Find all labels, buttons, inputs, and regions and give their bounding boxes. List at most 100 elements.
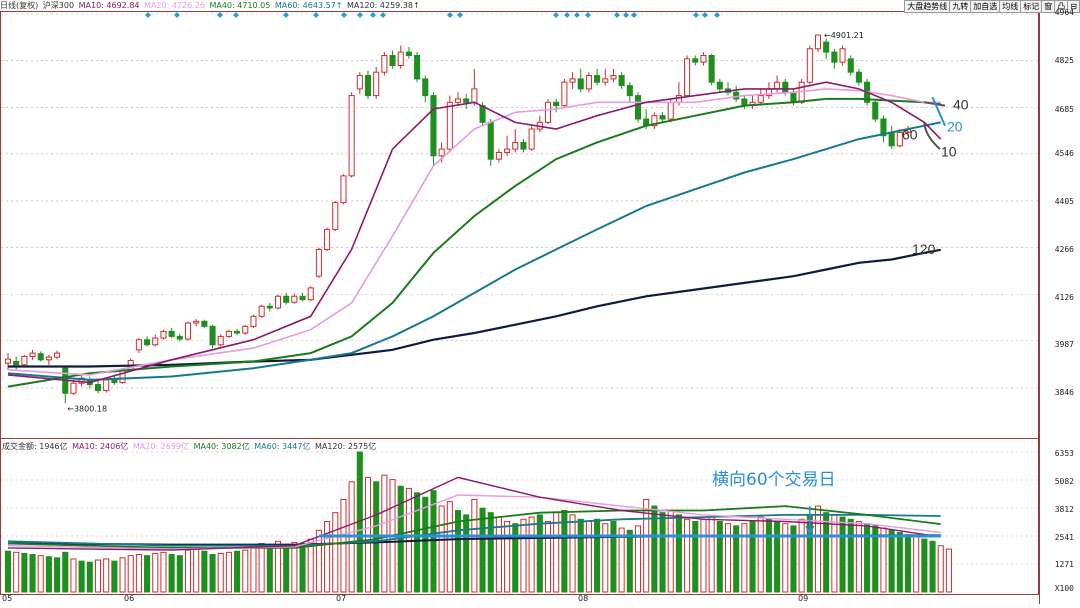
volume-bar [94, 559, 102, 593]
candle-body [708, 54, 715, 83]
candle-body [29, 352, 36, 357]
chart-canvas: 40 20 60 10 120 ←4901.21 ←3800.18 横向60个交易日 [0, 0, 1040, 604]
volume-bar [504, 520, 511, 593]
chart-stage: 40 20 60 10 120 ←4901.21 ←3800.18 横向60个交易日 日线(复… [0, 0, 1080, 604]
candle-body [553, 101, 560, 107]
volume-bar [332, 512, 339, 593]
candle-body [21, 355, 28, 366]
event-marker-icon [714, 12, 720, 18]
candle-body [806, 48, 813, 83]
volume-bar [62, 551, 69, 593]
volume-bar [757, 516, 764, 593]
volume-bar [21, 552, 28, 593]
candle-body [168, 330, 175, 337]
volume-bar [782, 523, 789, 593]
candle-body [324, 228, 331, 250]
volume-bar [937, 545, 944, 593]
volume-bar [569, 514, 576, 593]
volume-bar [463, 514, 470, 593]
ma120-line [8, 248, 941, 368]
candle-body [872, 101, 879, 120]
candle-body [847, 58, 854, 73]
volume-bar [438, 505, 445, 593]
ma-end-label: 60 [902, 127, 918, 143]
volume-bar [152, 552, 159, 593]
volume-bar [544, 520, 552, 593]
candle-body [119, 369, 126, 384]
volume-bar [283, 544, 290, 593]
volume-bar [144, 555, 151, 593]
candle-body [201, 320, 208, 327]
ma-end-label: 20 [947, 118, 963, 134]
candle-body [381, 54, 388, 73]
ma-settings-button[interactable]: 均线 [999, 0, 1022, 13]
ma-end-label: 40 [953, 97, 969, 113]
price-tick: 4964 [1054, 8, 1074, 17]
candle-body [70, 382, 77, 394]
price-legend: 日线(复权) 沪深300 MA10: 4692.84 MA20: 4726.26… [0, 0, 422, 12]
volume-bar [798, 518, 805, 593]
volume-bar [716, 520, 723, 593]
volume-bar [291, 541, 298, 593]
candle-body [667, 101, 674, 120]
candle-body [512, 141, 519, 150]
candle-body [4, 358, 12, 364]
candle-body [348, 95, 355, 177]
candle-body [504, 148, 511, 153]
volume-scale-label: X100 [1054, 584, 1074, 593]
volume-bar [234, 550, 241, 593]
event-marker-icon [623, 12, 629, 18]
volume-bar [242, 549, 249, 593]
ma-end-label: 10 [941, 143, 957, 159]
month-label: 05 [2, 594, 13, 603]
volume-bar [904, 534, 912, 593]
volume-bar [749, 520, 756, 593]
volume-bar [4, 550, 12, 593]
legend-vol-ma120: MA120: 2575亿 [314, 442, 377, 451]
add-watchlist-button[interactable]: 加自选 [970, 0, 1001, 13]
legend-vol-ma10: MA10: 2406亿 [72, 442, 129, 451]
volume-bar [487, 512, 494, 593]
candle-body [544, 101, 552, 123]
volume-bar [741, 523, 748, 593]
event-marker-icon [447, 12, 453, 18]
volume-bar [855, 520, 862, 593]
volume-bar [864, 523, 871, 593]
candle-body [414, 54, 421, 80]
price-tick: 4546 [1054, 149, 1074, 158]
candle-body [454, 98, 462, 103]
volume-bar [201, 550, 208, 593]
event-marker-icon [702, 12, 708, 18]
candle-body [340, 175, 347, 204]
volume-bar [913, 536, 920, 593]
volume-bar [839, 516, 846, 593]
marker-button[interactable]: 标记 [1020, 0, 1043, 13]
event-marker-icon [693, 12, 699, 18]
price-tick: 3846 [1054, 388, 1074, 397]
nine-turn-button[interactable]: 九转 [949, 0, 972, 13]
window-button[interactable]: 窗 [1041, 0, 1056, 13]
candle-body [823, 41, 830, 53]
volume-bar [692, 520, 699, 593]
volume-bar [176, 555, 183, 593]
volume-bar [602, 523, 609, 593]
volume-bar [945, 548, 952, 593]
legend-period[interactable]: 日线(复权) [0, 1, 38, 10]
min-price-label: ←3800.18 [67, 404, 107, 413]
volume-bar [45, 556, 52, 593]
price-tick: 4266 [1054, 245, 1074, 254]
volume-tick: 6353 [1054, 449, 1074, 458]
volume-bar [536, 514, 543, 593]
volume-bar [888, 529, 895, 593]
price-tick: 4825 [1054, 56, 1074, 65]
volume-bar [765, 518, 772, 593]
trend-line-button[interactable]: 大盘趋势线 [904, 0, 951, 13]
legend-vol-ma60: MA60: 3447亿 [254, 442, 311, 451]
volume-bar [896, 532, 903, 593]
event-marker-icon [145, 12, 151, 18]
candle-body [528, 128, 535, 150]
candle-body [209, 325, 216, 346]
volume-bar [847, 518, 854, 593]
candle-body [561, 81, 568, 107]
legend-vol-ma20: MA20: 2699亿 [132, 442, 190, 451]
